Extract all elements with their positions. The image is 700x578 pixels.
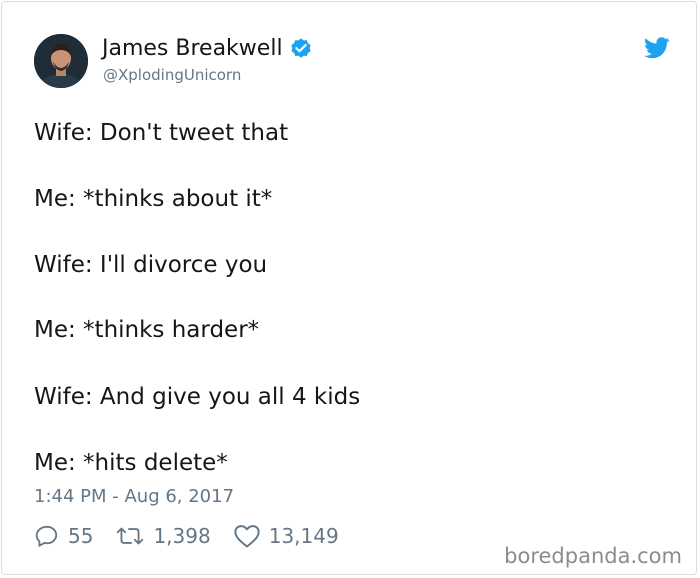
twitter-bird-icon[interactable]	[644, 37, 670, 59]
retweet-icon	[115, 523, 145, 549]
tweet-text-line: Me: *thinks harder*	[34, 317, 260, 343]
reply-count: 55	[68, 524, 94, 548]
tweet-actions: 55 1,398 13,149	[34, 523, 361, 549]
retweet-count: 1,398	[153, 524, 211, 548]
tweet-text-line: Me: *thinks about it*	[34, 186, 273, 212]
like-count: 13,149	[268, 524, 339, 548]
display-name[interactable]: James Breakwell	[102, 35, 283, 63]
like-button[interactable]: 13,149	[233, 523, 339, 549]
tweet-card: James Breakwell @XplodingUnicorn Wife: D…	[1, 1, 697, 575]
heart-icon	[233, 523, 261, 549]
reply-icon	[34, 523, 60, 549]
display-name-row: James Breakwell	[102, 35, 313, 63]
verified-badge-icon	[289, 37, 313, 61]
tweet-text-line: Wife: Don't tweet that	[34, 120, 289, 146]
tweet-text-line: Wife: I'll divorce you	[34, 252, 268, 278]
reply-button[interactable]: 55	[34, 523, 93, 549]
handle[interactable]: @XplodingUnicorn	[103, 65, 241, 85]
tweet-timestamp[interactable]: 1:44 PM - Aug 6, 2017	[34, 486, 234, 508]
retweet-button[interactable]: 1,398	[115, 523, 211, 549]
tweet-text-line: Wife: And give you all 4 kids	[34, 384, 361, 410]
avatar[interactable]	[34, 34, 88, 88]
watermark: boredpanda.com	[504, 544, 682, 568]
avatar-image	[34, 34, 88, 88]
tweet-text-line: Me: *hits delete*	[34, 450, 228, 476]
